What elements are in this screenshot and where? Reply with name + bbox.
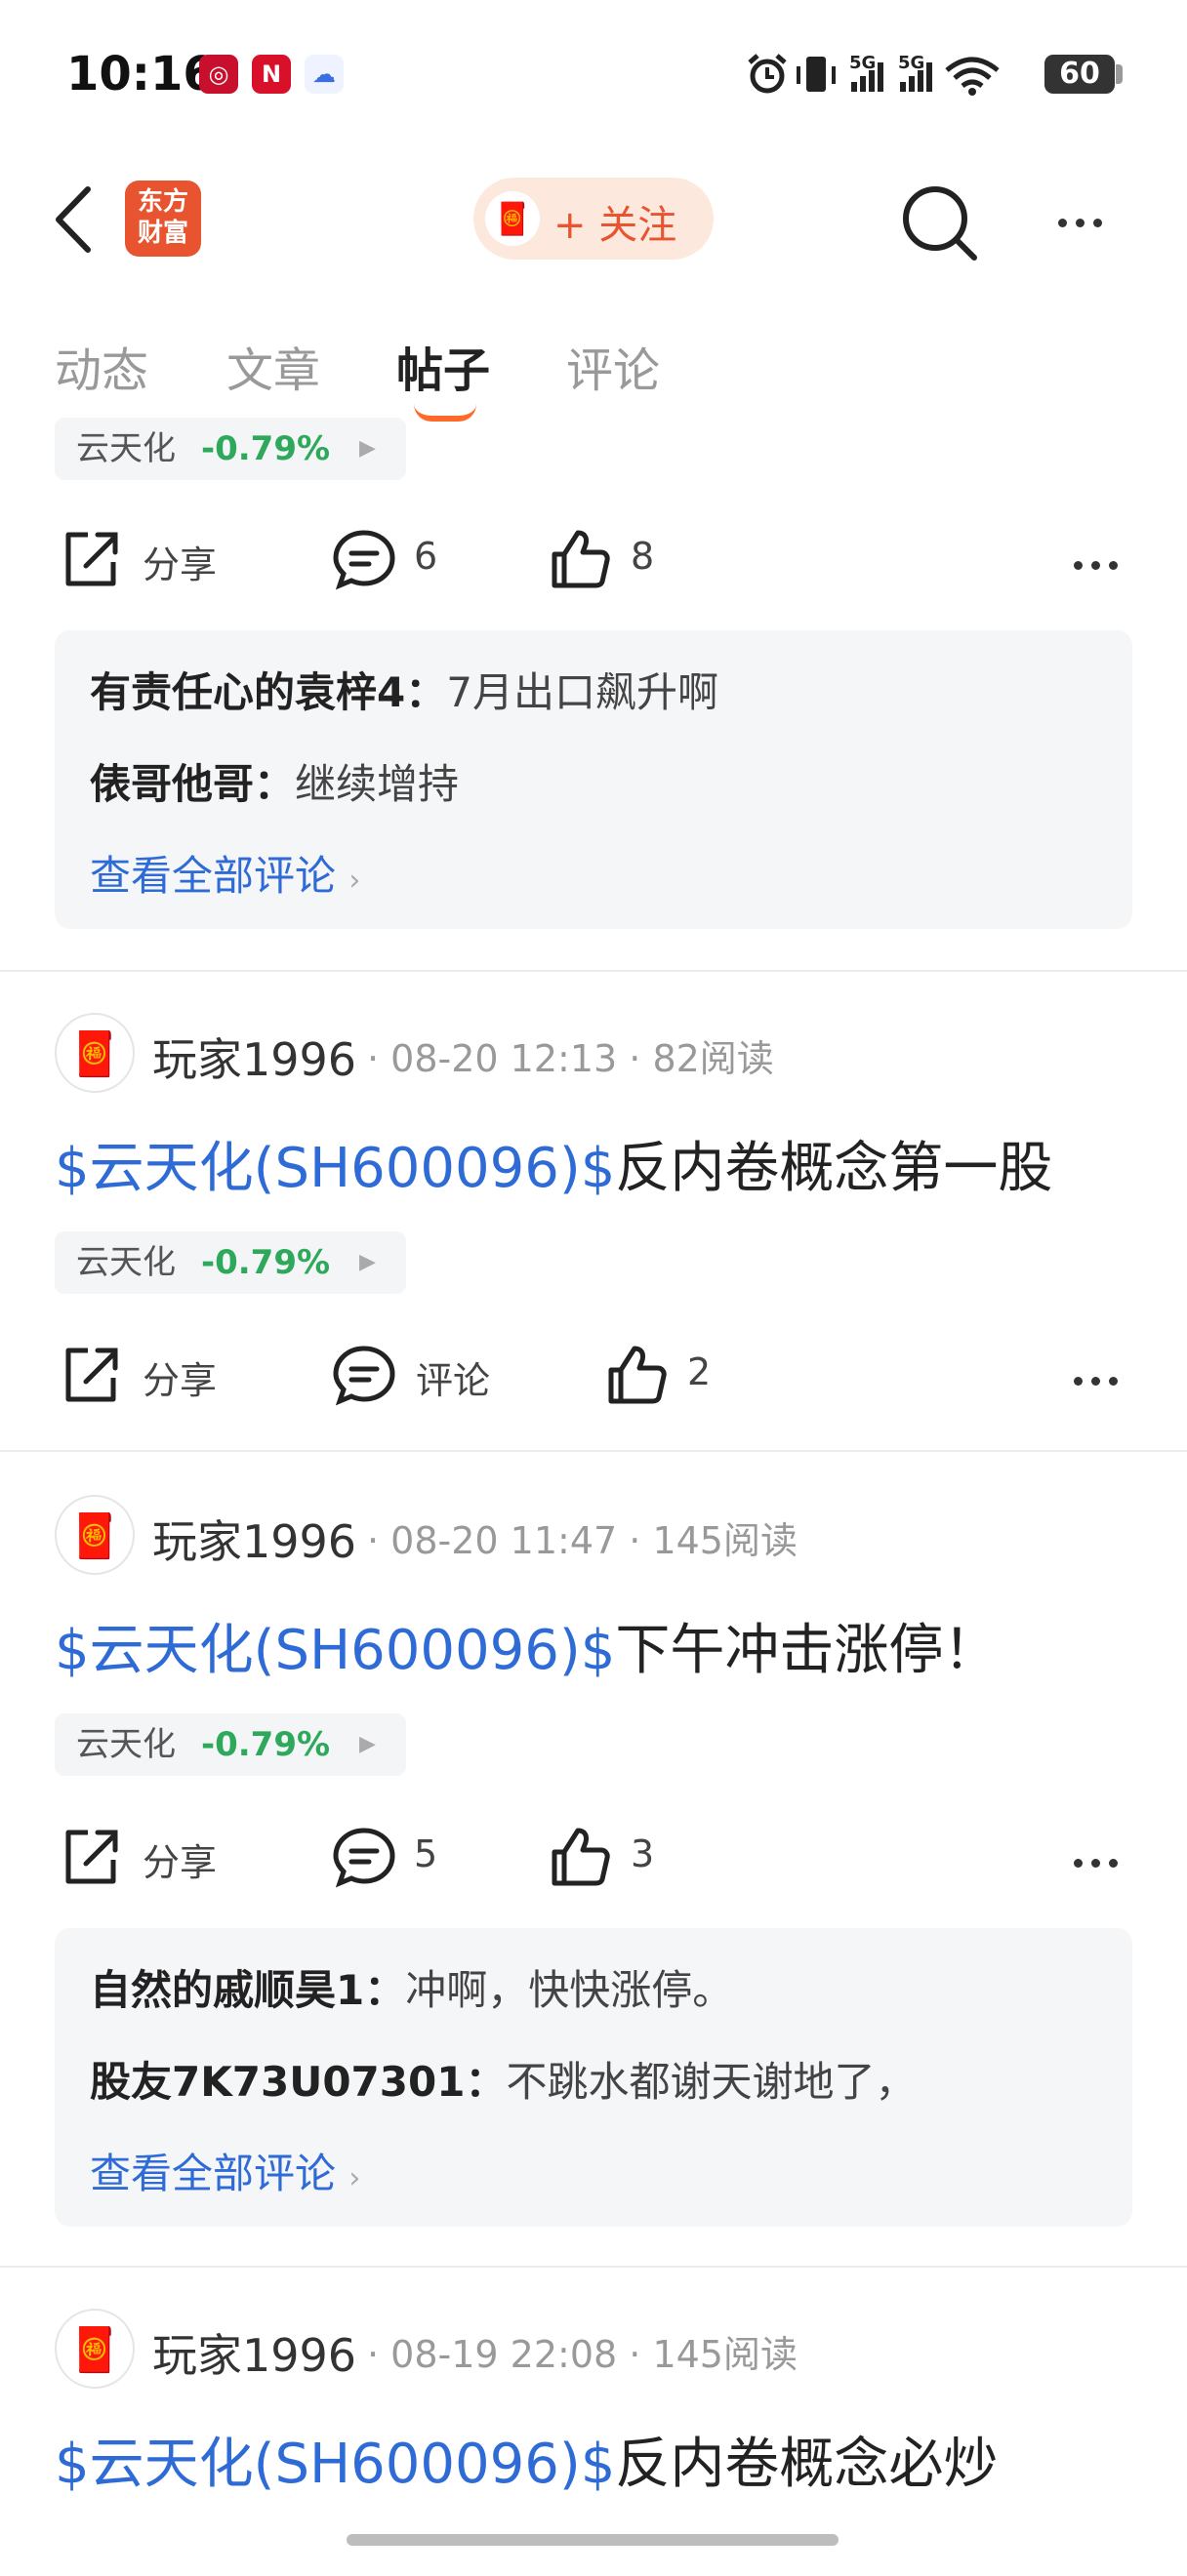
comment-icon[interactable] [332,1343,396,1407]
comment-item: 有责任心的袁梓4：7月出口飙升啊 [90,668,718,716]
comment-item: 自然的戚顺昊1：冲啊，快快涨停。 [90,1966,734,2014]
post-title[interactable]: $云天化(SH600096)$下午冲击涨停！ [55,1606,998,1685]
stock-name: 云天化 [76,1243,176,1282]
wifi-icon [945,57,1000,96]
like-count[interactable]: 8 [631,535,654,578]
stock-chip[interactable]: 云天化 -0.79% ▶ [55,1231,406,1294]
stock-chip[interactable]: 云天化 -0.79% ▶ [55,418,406,480]
username[interactable]: 玩家1996 [152,2320,356,2385]
tab-posts[interactable]: 帖子 [396,332,490,400]
stock-tag-link: $云天化(SH600096)$ [55,1619,616,1682]
alarm-icon [748,54,787,94]
tab-dynamics[interactable]: 动态 [55,332,148,400]
view-all-comments-link[interactable]: 查看全部评论 › [90,843,360,903]
share-label[interactable]: 分享 [143,1350,217,1404]
like-icon[interactable] [547,527,611,591]
stock-change: -0.79% [201,1243,331,1282]
status-icons: 5G 5G [748,53,1000,96]
comment-item: 俵哥他哥：继续增持 [90,760,460,808]
share-icon[interactable] [59,527,123,591]
username[interactable]: 玩家1996 [152,1507,356,1571]
stock-chip[interactable]: 云天化 -0.79% ▶ [55,1713,406,1776]
avatar[interactable]: 🧧 [55,1495,135,1575]
follow-avatar: 🧧 [485,191,540,246]
chevron-right-icon: › [348,2161,361,2195]
search-icon[interactable] [898,181,980,263]
tab-articles[interactable]: 文章 [226,332,320,400]
signal-5g-1-icon: 5G [849,53,883,92]
stock-tag-link: $云天化(SH600096)$ [55,2433,616,2496]
post-more-button[interactable] [1074,1371,1126,1389]
post-meta: · 08-20 11:47 · 145阅读 [367,1519,798,1562]
app-logo: 东方 财富 [125,181,201,257]
post-meta: · 08-20 12:13 · 82阅读 [367,1037,774,1080]
status-time: 10:16 [66,47,216,101]
comment-icon[interactable] [332,527,396,591]
signal-5g-2-icon: 5G [898,53,932,92]
bank-app-icon: ◎ [199,55,238,94]
stock-change: -0.79% [201,429,331,468]
share-label[interactable]: 分享 [143,535,217,588]
like-icon[interactable] [547,1825,611,1889]
home-indicator[interactable] [347,2534,839,2546]
comment-preview[interactable]: 自然的戚顺昊1：冲啊，快快涨停。 股友7K73U07301：不跳水都谢天谢地了，… [55,1928,1132,2227]
comment-label[interactable]: 评论 [416,1350,490,1404]
like-count[interactable]: 3 [631,1832,654,1875]
comment-preview[interactable]: 有责任心的袁梓4：7月出口飙升啊 俵哥他哥：继续增持 查看全部评论 › [55,630,1132,929]
stock-change: -0.79% [201,1725,331,1764]
comment-count[interactable]: 6 [414,535,437,578]
like-icon[interactable] [603,1343,668,1407]
post-divider [0,2266,1187,2268]
post-more-button[interactable] [1074,1853,1126,1872]
comment-item: 股友7K73U07301：不跳水都谢天谢地了， [90,2058,917,2106]
post-title[interactable]: $云天化(SH600096)$反内卷概念必炒 [55,2420,998,2499]
svg-text:5G: 5G [898,53,924,73]
svg-text:5G: 5G [849,53,876,73]
share-label[interactable]: 分享 [143,1832,217,1886]
username[interactable]: 玩家1996 [152,1025,356,1089]
post-meta: · 08-19 22:08 · 145阅读 [367,2333,798,2376]
chevron-right-icon: › [348,864,361,898]
share-icon[interactable] [59,1343,123,1407]
comment-icon[interactable] [332,1825,396,1889]
chevron-right-icon: ▶ [359,1250,376,1274]
battery-indicator: 60 [1044,55,1115,94]
post-more-button[interactable] [1074,555,1126,574]
post-title[interactable]: $云天化(SH600096)$反内卷概念第一股 [55,1124,1052,1203]
avatar[interactable]: 🧧 [55,1013,135,1093]
tab-active-indicator [414,404,476,422]
back-icon[interactable] [49,183,98,256]
post-divider [0,1450,1187,1452]
comment-count[interactable]: 5 [414,1832,437,1875]
battery-cap [1116,64,1123,84]
cloud-app-icon: ☁ [305,55,344,94]
like-count[interactable]: 2 [687,1350,711,1393]
post-divider [0,970,1187,972]
stock-name: 云天化 [76,429,176,468]
avatar[interactable]: 🧧 [55,2309,135,2389]
stock-tag-link: $云天化(SH600096)$ [55,1137,616,1200]
follow-button[interactable]: 🧧 + 关注 [473,178,714,260]
tab-comments[interactable]: 评论 [566,332,660,400]
stock-name: 云天化 [76,1725,176,1764]
share-icon[interactable] [59,1825,123,1889]
vibrate-icon [797,57,836,92]
view-all-comments-link[interactable]: 查看全部评论 › [90,2141,360,2200]
more-menu-button[interactable] [1058,213,1111,231]
chevron-right-icon: ▶ [359,436,376,461]
chevron-right-icon: ▶ [359,1732,376,1756]
follow-label: + 关注 [553,203,677,248]
news-app-icon: N [252,55,291,94]
